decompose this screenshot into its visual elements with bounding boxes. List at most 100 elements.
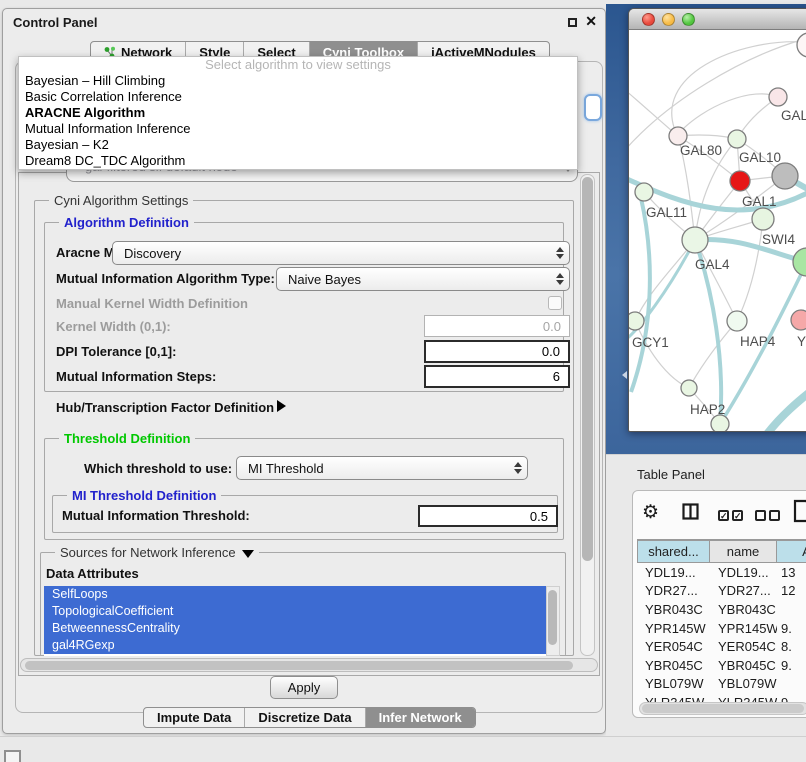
scrollbar-thumb[interactable]	[642, 704, 804, 713]
network-node[interactable]	[791, 310, 806, 330]
table-cell: YDL19...	[710, 565, 777, 580]
minimized-panel-icon[interactable]	[4, 750, 21, 762]
expand-right-icon[interactable]	[277, 400, 286, 412]
collapse-down-icon[interactable]	[242, 550, 254, 558]
gear-icon[interactable]: ⚙	[642, 501, 659, 524]
mi-steps-field[interactable]: 6	[424, 365, 570, 388]
node-label: HAP2	[690, 402, 725, 417]
attribute-list-item[interactable]: TopologicalCoefficient	[44, 603, 546, 620]
network-node[interactable]	[752, 208, 774, 230]
network-node[interactable]	[629, 312, 644, 330]
network-node[interactable]	[682, 227, 708, 253]
network-edge[interactable]	[695, 240, 737, 321]
node-label: GAL	[781, 108, 806, 123]
table-row[interactable]: YBR043CYBR043C	[637, 600, 806, 619]
table-row[interactable]: YDL19...YDL19...13	[637, 563, 806, 582]
kernel-width-field[interactable]: 0.0	[424, 315, 570, 337]
table-cell: 12	[777, 583, 806, 598]
new-table-icon[interactable]	[793, 499, 806, 523]
network-node[interactable]	[635, 183, 653, 201]
mi-type-value: Naive Bayes	[277, 272, 551, 287]
network-edge[interactable]	[737, 219, 763, 321]
column-header-a[interactable]: A	[777, 540, 806, 563]
algorithm-option[interactable]: Basic Correlation Inference	[19, 89, 577, 105]
network-edge-highlighted[interactable]	[631, 198, 650, 392]
algorithm-option[interactable]: Mutual Information Inference	[19, 121, 577, 137]
table-row[interactable]: YDR27...YDR27...12	[637, 582, 806, 601]
settings-horizontal-scrollbar[interactable]	[20, 658, 598, 672]
hide-columns-icon[interactable]	[755, 507, 783, 525]
manual-kernel-checkbox[interactable]	[548, 296, 562, 310]
table-cell: YBL079W	[637, 676, 710, 691]
tab-infer-network[interactable]: Infer Network	[366, 708, 475, 727]
network-node[interactable]	[681, 380, 697, 396]
tab-impute-data[interactable]: Impute Data	[144, 708, 245, 727]
network-node[interactable]	[711, 415, 729, 432]
data-attributes-list[interactable]: SelfLoopsTopologicalCoefficientBetweenne…	[44, 586, 546, 656]
network-node[interactable]	[769, 88, 787, 106]
network-window-titlebar[interactable]	[629, 9, 806, 30]
column-header-name[interactable]: name	[710, 540, 777, 563]
panel-splitter-handle-icon[interactable]	[622, 371, 627, 379]
settings-vertical-scrollbar[interactable]	[580, 174, 595, 656]
mi-type-label: Mutual Information Algorithm Type:	[56, 271, 275, 286]
table-cell: YER054C	[710, 639, 777, 654]
network-node[interactable]	[772, 163, 798, 189]
table-row[interactable]: YBL079WYBL079W	[637, 675, 806, 694]
mi-threshold-field[interactable]: 0.5	[418, 505, 558, 527]
cyni-settings-group-title: Cyni Algorithm Settings	[49, 193, 193, 208]
column-header-shared[interactable]: shared...	[637, 540, 710, 563]
aracne-mode-value: Discovery	[113, 246, 551, 261]
algorithm-option[interactable]: Bayesian – K2	[19, 137, 577, 153]
mi-type-combo[interactable]: Naive Bayes	[276, 267, 570, 291]
network-node[interactable]	[728, 130, 746, 148]
dpi-tolerance-field[interactable]: 0.0	[424, 340, 570, 363]
scrollbar-thumb[interactable]	[582, 177, 593, 561]
network-edge[interactable]	[635, 240, 695, 321]
network-graph-canvas[interactable]: GALGAL80GAL10GAL1GAL11SWI4GAL4GCY1HAP4YH…	[629, 30, 806, 432]
scrollbar-thumb[interactable]	[548, 590, 557, 645]
table-row[interactable]: YBR045CYBR045C9.	[637, 656, 806, 675]
algorithm-option[interactable]: Dream8 DC_TDC Algorithm	[19, 153, 577, 169]
algorithm-option[interactable]: Bayesian – Hill Climbing	[19, 73, 577, 89]
node-label: HAP4	[740, 334, 776, 349]
network-node[interactable]	[727, 311, 747, 331]
table-horizontal-scrollbar[interactable]	[639, 702, 806, 715]
algorithm-combo-focus-edge[interactable]	[584, 94, 602, 121]
network-edge-highlighted[interactable]	[767, 388, 806, 432]
close-traffic-light-icon[interactable]	[642, 13, 655, 26]
node-label: GCY1	[632, 335, 669, 350]
network-node[interactable]	[793, 248, 806, 276]
attribute-list-item[interactable]: gal4RGexp	[44, 637, 546, 654]
aracne-mode-combo[interactable]: Discovery	[112, 241, 570, 265]
tab-discretize-data[interactable]: Discretize Data	[245, 708, 365, 727]
which-threshold-combo[interactable]: MI Threshold	[236, 456, 528, 480]
attribute-list-item[interactable]: SelfLoops	[44, 586, 546, 603]
attributes-list-scrollbar[interactable]	[546, 586, 560, 656]
apply-button[interactable]: Apply	[270, 676, 338, 699]
split-columns-icon[interactable]	[682, 503, 699, 520]
algorithm-option[interactable]: ARACNE Algorithm	[19, 105, 577, 121]
network-node[interactable]	[797, 33, 806, 57]
float-window-icon[interactable]	[568, 18, 577, 27]
show-columns-icon[interactable]: ✓✓	[718, 507, 746, 525]
table-cell: YPR145W	[637, 621, 710, 636]
scrollbar-thumb[interactable]	[25, 661, 573, 670]
network-edge[interactable]	[629, 90, 678, 136]
control-panel-title: Control Panel	[13, 15, 98, 30]
network-node[interactable]	[730, 171, 750, 191]
attribute-list-item[interactable]: BetweennessCentrality	[44, 620, 546, 637]
algorithm-popup-items: Bayesian – Hill ClimbingBasic Correlatio…	[19, 73, 577, 169]
network-edge[interactable]	[677, 94, 778, 135]
table-cell: YBR043C	[637, 602, 710, 617]
close-icon[interactable]: ✕	[585, 13, 597, 30]
table-row[interactable]: YPR145WYPR145W9.	[637, 619, 806, 638]
node-label: Y	[797, 334, 806, 349]
table-cell: 13	[777, 565, 806, 580]
table-row[interactable]: YER054CYER054C8.	[637, 637, 806, 656]
threshold-definition-title: Threshold Definition	[59, 431, 195, 446]
network-edge[interactable]	[689, 321, 737, 388]
zoom-traffic-light-icon[interactable]	[682, 13, 695, 26]
node-label: GAL80	[680, 143, 722, 158]
minimize-traffic-light-icon[interactable]	[662, 13, 675, 26]
